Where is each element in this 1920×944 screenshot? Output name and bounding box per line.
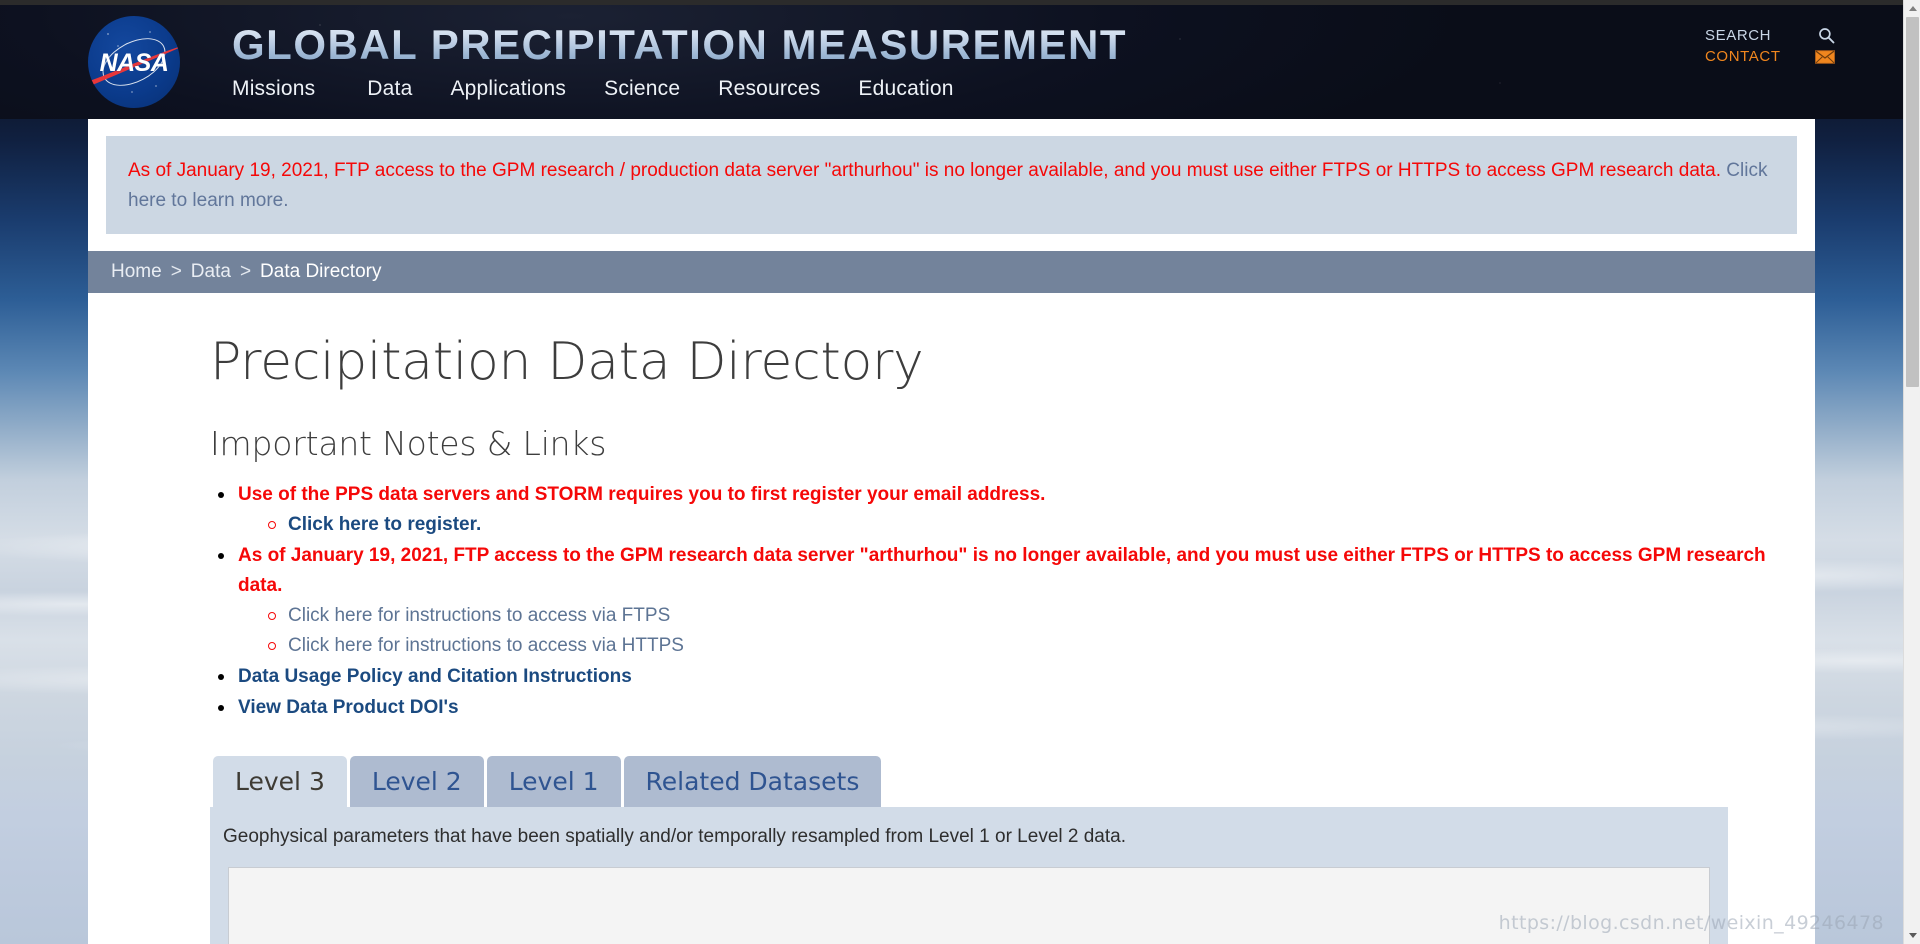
list-item: Click here to register.	[264, 510, 1815, 540]
breadcrumb-item-data-directory: Data Directory	[260, 261, 382, 282]
tab-strip: Level 3 Level 2 Level 1 Related Datasets	[210, 755, 1728, 807]
important-notes-list: Use of the PPS data servers and STORM re…	[210, 480, 1815, 723]
breadcrumb-item-data[interactable]: Data	[191, 261, 231, 283]
header-utilities: SEARCH CONTACT	[1705, 25, 1835, 67]
nasa-logo[interactable]: NASA	[88, 16, 180, 108]
mail-icon[interactable]	[1815, 49, 1835, 64]
scrollbar-up-arrow[interactable]	[1904, 0, 1920, 17]
note-ftp-deprecation: As of January 19, 2021, FTP access to th…	[238, 544, 1766, 596]
nav-item-applications[interactable]: Applications	[450, 77, 604, 101]
alert-text: As of January 19, 2021, FTP access to th…	[128, 160, 1722, 181]
link-https-instructions[interactable]: Click here for instructions to access vi…	[288, 635, 684, 656]
nav-item-missions[interactable]: Missions	[232, 77, 367, 101]
breadcrumb-separator: >	[170, 261, 182, 282]
page-body: Precipitation Data Directory Important N…	[88, 293, 1815, 944]
breadcrumb-item-home[interactable]: Home	[111, 261, 162, 283]
link-view-data-product-dois[interactable]: View Data Product DOI's	[238, 693, 1815, 723]
nav-item-education[interactable]: Education	[858, 77, 991, 101]
ftp-alert-banner: As of January 19, 2021, FTP access to th…	[106, 136, 1797, 234]
list-item: Click here for instructions to access vi…	[264, 601, 1815, 631]
main-navigation: Missions Data Applications Science Resou…	[232, 77, 992, 101]
browser-scrollbar[interactable]	[1903, 0, 1920, 944]
tab-description: Geophysical parameters that have been sp…	[223, 825, 1126, 847]
site-header: NASA GLOBAL PRECIPITATION MEASUREMENT Mi…	[0, 5, 1903, 119]
tab-level-2[interactable]: Level 2	[349, 755, 484, 807]
list-item: Use of the PPS data servers and STORM re…	[210, 480, 1815, 540]
contact-link[interactable]: CONTACT	[1705, 46, 1835, 67]
contact-label: CONTACT	[1705, 48, 1781, 65]
search-label: SEARCH	[1705, 27, 1772, 44]
note-pps-register: Use of the PPS data servers and STORM re…	[238, 483, 1046, 505]
link-click-here-to-register[interactable]: Click here to register.	[288, 514, 481, 535]
list-item: Data Usage Policy and Citation Instructi…	[210, 662, 1815, 692]
tab-related-datasets[interactable]: Related Datasets	[623, 755, 882, 807]
list-item: Click here for instructions to access vi…	[264, 631, 1815, 661]
breadcrumb: Home > Data > Data Directory	[88, 251, 1815, 293]
scrollbar-thumb[interactable]	[1906, 17, 1919, 387]
link-ftps-instructions[interactable]: Click here for instructions to access vi…	[288, 605, 670, 626]
page-title: Precipitation Data Directory	[210, 332, 924, 392]
site-title: GLOBAL PRECIPITATION MEASUREMENT	[232, 21, 1128, 68]
nav-item-resources[interactable]: Resources	[718, 77, 858, 101]
search-link[interactable]: SEARCH	[1705, 25, 1835, 46]
sub-list: Click here to register.	[238, 510, 1815, 540]
list-item: View Data Product DOI's	[210, 693, 1815, 723]
nav-item-science[interactable]: Science	[604, 77, 718, 101]
tab-level-1[interactable]: Level 1	[486, 755, 621, 807]
section-heading-important-notes: Important Notes & Links	[210, 423, 607, 463]
tab-level-3[interactable]: Level 3	[213, 755, 347, 807]
sub-list: Click here for instructions to access vi…	[238, 601, 1815, 661]
tab-content-box	[228, 867, 1710, 944]
link-data-usage-policy[interactable]: Data Usage Policy and Citation Instructi…	[238, 662, 1815, 692]
list-item: As of January 19, 2021, FTP access to th…	[210, 541, 1815, 661]
content-card: As of January 19, 2021, FTP access to th…	[88, 119, 1815, 944]
tab-panel-level-3: Geophysical parameters that have been sp…	[210, 806, 1728, 944]
nav-item-data[interactable]: Data	[367, 77, 450, 101]
search-icon[interactable]	[1818, 27, 1835, 44]
breadcrumb-separator: >	[239, 261, 252, 282]
scrollbar-down-arrow[interactable]	[1904, 927, 1920, 944]
data-level-tabs: Level 3 Level 2 Level 1 Related Datasets…	[210, 755, 1728, 944]
nasa-logo-wordmark: NASA	[99, 49, 169, 77]
top-dark-strip	[0, 0, 1903, 5]
